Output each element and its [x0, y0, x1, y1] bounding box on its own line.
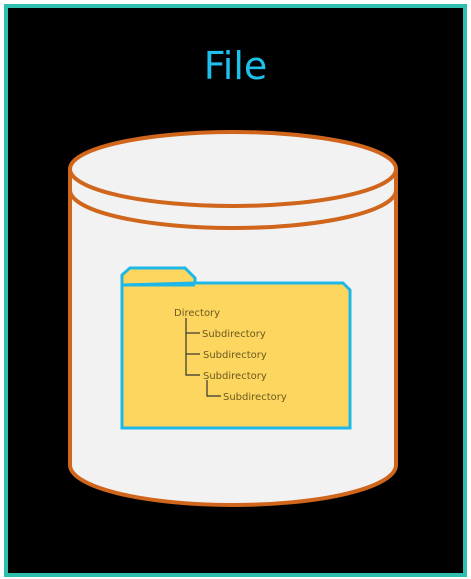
tree-child-label: Subdirectory: [202, 329, 266, 340]
file-storage-diagram: Directory Subdirectory Subdirectory Subd…: [68, 130, 398, 507]
folder-icon: [120, 266, 352, 430]
tree-child-label: Subdirectory: [203, 350, 267, 361]
tree-child-label: Subdirectory: [203, 371, 267, 382]
tree-grandchild-label: Subdirectory: [223, 392, 287, 403]
tree-root-label: Directory: [174, 308, 220, 319]
